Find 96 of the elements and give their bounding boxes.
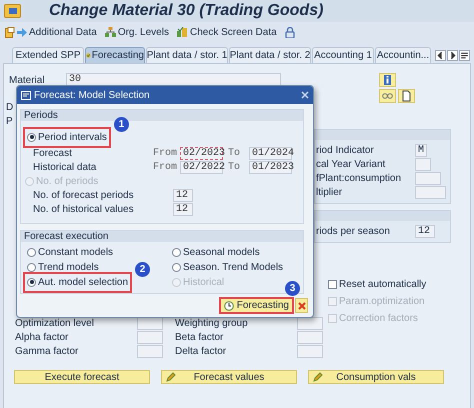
- field-label: P: [6, 117, 13, 127]
- field-label: fPlant:consumption: [316, 172, 402, 186]
- pencil-icon: [313, 372, 323, 382]
- field-label: cal Year Variant: [316, 158, 386, 172]
- field-label: From: [153, 160, 178, 174]
- field-label: Material: [9, 74, 46, 88]
- tab[interactable]: Accounting 1: [312, 47, 374, 63]
- hierarchy-icon: [104, 27, 116, 37]
- field-label: ltiplier: [316, 186, 344, 200]
- marked-field[interactable]: 02/2023: [180, 146, 223, 160]
- input-field[interactable]: [415, 158, 431, 170]
- close-icon[interactable]: [301, 91, 309, 99]
- radio-label: Constant models: [38, 246, 114, 260]
- tab[interactable]: Forecasting: [85, 47, 145, 63]
- input-field[interactable]: 12: [173, 202, 193, 216]
- input-field[interactable]: 30: [66, 73, 281, 86]
- toolbar-button[interactable]: Org. Levels: [118, 24, 169, 40]
- tab[interactable]: Accountin...: [375, 47, 431, 63]
- radio-label: Trend models: [38, 260, 99, 274]
- scroll-left-icon[interactable]: [435, 50, 446, 61]
- input-field[interactable]: 01/2023: [249, 160, 292, 174]
- field-label: From: [153, 146, 178, 160]
- clock-icon: [224, 300, 234, 310]
- field-label: Optimization level: [15, 317, 95, 330]
- tab[interactable]: Plant data / stor. 1: [146, 47, 228, 63]
- scroll-right-icon[interactable]: [447, 50, 458, 61]
- field-label: To: [227, 146, 242, 160]
- input-field[interactable]: [297, 317, 323, 330]
- tab[interactable]: Plant data / stor. 2: [229, 47, 311, 63]
- glasses-icon[interactable]: [379, 89, 396, 103]
- lock-icon[interactable]: [284, 26, 295, 38]
- dialog-title: Forecast: Model Selection: [34, 88, 150, 102]
- input-field[interactable]: [297, 345, 323, 358]
- field-label: riod Indicator: [316, 144, 375, 158]
- input-field[interactable]: [137, 317, 163, 330]
- document-icon[interactable]: [398, 89, 415, 103]
- input-field[interactable]: M: [415, 144, 427, 156]
- close-icon: [298, 302, 306, 310]
- field-label: No. of forecast periods: [33, 188, 135, 202]
- checkbox-label: Reset automatically: [339, 278, 426, 292]
- action-button[interactable]: Consumption vals: [308, 370, 444, 384]
- field-label: riods per season: [316, 224, 391, 238]
- field-label: Delta factor: [175, 345, 228, 358]
- tab-list-icon[interactable]: [459, 50, 470, 61]
- radio-button[interactable]: [27, 278, 36, 286]
- input-field[interactable]: 12: [173, 188, 193, 202]
- toolbar-button[interactable]: Additional Data: [29, 24, 97, 40]
- field-label: Forecast: [33, 146, 73, 160]
- field-label: Beta factor: [175, 331, 224, 344]
- pencil-icon: [166, 372, 176, 382]
- radio-label: Historical: [183, 276, 224, 290]
- radio-label: Seasonal models: [183, 246, 260, 260]
- input-field[interactable]: 02/2022: [180, 160, 223, 174]
- input-field[interactable]: [415, 186, 446, 198]
- radio-button[interactable]: [172, 262, 181, 272]
- info-icon[interactable]: [379, 73, 396, 87]
- forecast-button[interactable]: Forecasting: [218, 297, 294, 314]
- radio-button[interactable]: [27, 248, 36, 256]
- action-button[interactable]: Execute forecast: [14, 370, 150, 384]
- input-field[interactable]: [137, 331, 163, 344]
- checkbox-label: Correction factors: [339, 312, 418, 326]
- field-label: Weighting group: [175, 317, 249, 330]
- checkbox-label: Param.optimization: [339, 295, 425, 309]
- check-data-icon: [176, 27, 188, 37]
- arrow-icon: [17, 28, 27, 36]
- field-label: Historical data: [33, 160, 98, 174]
- checkbox[interactable]: [328, 280, 337, 289]
- section-title: Forecast execution: [24, 231, 110, 242]
- field-label: Alpha factor: [15, 331, 70, 344]
- dialog-icon: [21, 90, 31, 100]
- section-title: Periods: [24, 110, 59, 121]
- toolbar-button[interactable]: Check Screen Data: [190, 24, 277, 40]
- radio-label: Period intervals: [38, 130, 107, 144]
- field-label: Gamma factor: [15, 345, 80, 358]
- field-label: No. of historical values: [33, 202, 135, 216]
- window-title: Change Material 30 (Trading Goods): [49, 1, 324, 21]
- field-label: To: [227, 160, 242, 174]
- input-field[interactable]: 01/2024: [249, 146, 292, 160]
- field-label: D: [6, 103, 13, 113]
- radio-label: Aut. model selection: [38, 276, 128, 290]
- radio-button[interactable]: [172, 248, 181, 256]
- tab-status-icon: [86, 51, 91, 60]
- radio-label: Season. Trend Models: [183, 260, 284, 274]
- input-field[interactable]: [137, 345, 163, 358]
- radio-label: No. of periods: [36, 174, 98, 188]
- radio-button[interactable]: [27, 262, 36, 272]
- action-button[interactable]: Forecast values: [161, 370, 297, 384]
- radio-button[interactable]: [27, 132, 36, 142]
- app-icon: [4, 4, 21, 18]
- step-badge: 2: [135, 262, 150, 276]
- input-field[interactable]: 12: [415, 224, 435, 238]
- tab[interactable]: Extended SPP: [12, 47, 84, 63]
- input-field[interactable]: [297, 331, 323, 344]
- input-field[interactable]: [415, 172, 441, 184]
- clipboard-icon[interactable]: [5, 26, 15, 38]
- cancel-button[interactable]: [295, 298, 308, 313]
